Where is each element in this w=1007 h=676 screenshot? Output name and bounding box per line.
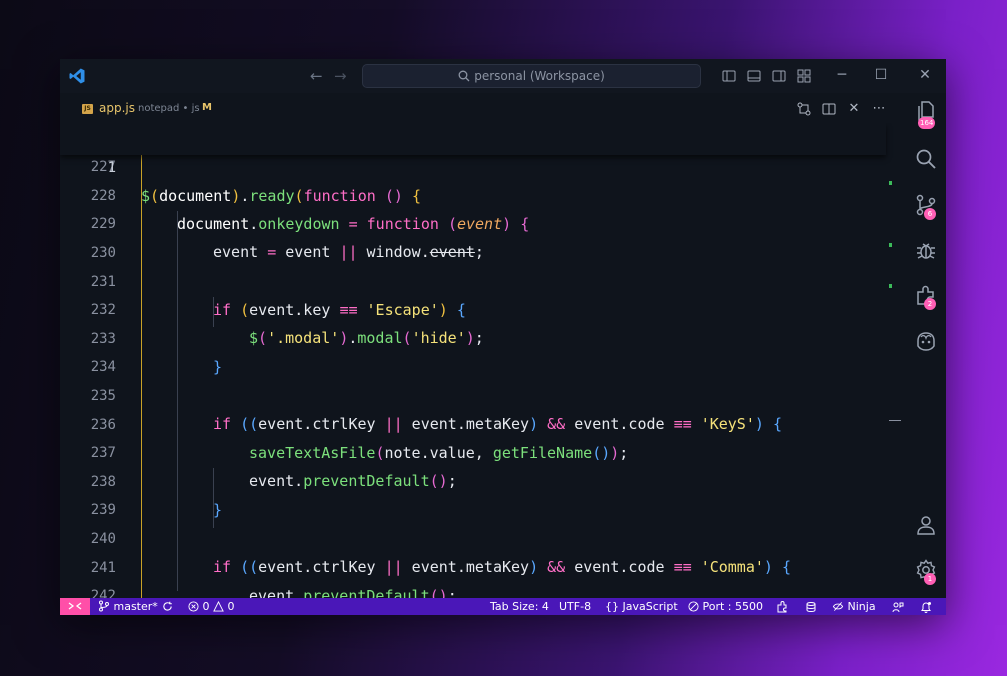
language-mode[interactable]: {} JavaScript bbox=[605, 598, 678, 615]
warning-icon bbox=[213, 600, 224, 612]
code-line: $(document).ready(function () { bbox=[141, 187, 421, 205]
code-editor[interactable]: 1 $(document).ready(function () { 227 22… bbox=[60, 123, 906, 598]
branch-name: master* bbox=[113, 600, 158, 613]
scrollbar-position-marker[interactable] bbox=[889, 420, 901, 421]
line-number: 232 bbox=[90, 302, 116, 318]
command-center-search[interactable]: personal (Workspace) bbox=[362, 64, 701, 88]
extension-status-icon[interactable] bbox=[776, 601, 788, 613]
explorer-badge: 164 bbox=[918, 117, 936, 129]
split-editor-icon[interactable] bbox=[821, 101, 837, 117]
vscode-logo-icon bbox=[69, 68, 85, 84]
line-number: 241 bbox=[90, 560, 116, 576]
javascript-file-icon: JS bbox=[82, 104, 93, 114]
close-tab-icon[interactable]: ✕ bbox=[846, 101, 862, 117]
change-marker bbox=[889, 243, 892, 247]
forward-arrow-icon[interactable]: → bbox=[334, 67, 347, 85]
sync-icon[interactable] bbox=[162, 601, 173, 612]
editor-window: ← → personal (Workspace) ─ ☐ ✕ JS app.js… bbox=[60, 59, 946, 615]
change-marker bbox=[889, 181, 892, 185]
line-number: 242 bbox=[90, 588, 116, 598]
maximize-button[interactable]: ☐ bbox=[871, 66, 891, 84]
notifications-bell-icon[interactable] bbox=[920, 601, 932, 613]
line-number: 233 bbox=[90, 331, 116, 347]
close-window-button[interactable]: ✕ bbox=[915, 66, 935, 84]
port-label: Port : 5500 bbox=[702, 600, 764, 613]
broadcast-icon bbox=[688, 601, 699, 612]
search-text: personal (Workspace) bbox=[474, 69, 605, 83]
ninja-label: Ninja bbox=[847, 600, 876, 613]
remote-indicator[interactable] bbox=[60, 598, 90, 615]
search-icon bbox=[458, 70, 470, 82]
line-number: 235 bbox=[90, 388, 116, 404]
line-number: 239 bbox=[90, 502, 116, 518]
title-bar: ← → personal (Workspace) ─ ☐ ✕ bbox=[60, 59, 946, 93]
extensions-badge: 2 bbox=[924, 298, 936, 310]
database-icon[interactable] bbox=[805, 601, 817, 613]
settings-badge: 1 bbox=[924, 573, 936, 585]
live-server-port[interactable]: Port : 5500 bbox=[688, 598, 763, 615]
tab-bar: JS app.js notepad • js M ✕ ⋯ bbox=[60, 93, 906, 123]
sticky-scroll-header[interactable]: 1 $(document).ready(function () { bbox=[60, 123, 886, 205]
remote-icon bbox=[68, 602, 82, 610]
back-arrow-icon[interactable]: ← bbox=[310, 67, 323, 85]
ninja-status[interactable]: Ninja bbox=[832, 598, 876, 615]
copilot-icon[interactable] bbox=[914, 329, 938, 353]
tab-modified-status: M bbox=[202, 102, 212, 113]
activity-bar: 164 6 2 1 bbox=[906, 93, 946, 598]
line-number: 1 bbox=[107, 160, 116, 176]
debug-icon[interactable] bbox=[914, 238, 938, 262]
toggle-panel-icon[interactable] bbox=[746, 68, 762, 84]
line-number: 231 bbox=[90, 274, 116, 290]
toggle-primary-sidebar-icon[interactable] bbox=[721, 68, 737, 84]
accounts-status-icon[interactable] bbox=[892, 601, 904, 613]
line-number: 230 bbox=[90, 245, 116, 261]
search-icon[interactable] bbox=[914, 147, 938, 171]
language-name: JavaScript bbox=[622, 600, 678, 613]
change-marker bbox=[889, 284, 892, 288]
line-number: 234 bbox=[90, 359, 116, 375]
minimize-button[interactable]: ─ bbox=[832, 66, 852, 84]
account-icon[interactable] bbox=[914, 513, 938, 537]
tab-size[interactable]: Tab Size: 4 bbox=[490, 598, 549, 615]
encoding[interactable]: UTF-8 bbox=[559, 598, 591, 615]
eye-slash-icon bbox=[832, 602, 844, 611]
branch-indicator[interactable]: master* bbox=[98, 598, 158, 615]
line-number: 240 bbox=[90, 531, 116, 547]
line-number: 237 bbox=[90, 445, 116, 461]
tab-path: notepad • js bbox=[138, 103, 200, 114]
status-bar: master* 0 0 Tab Size: 4 UTF-8 {} JavaScr… bbox=[60, 598, 946, 615]
error-count: 0 bbox=[202, 600, 210, 613]
branch-icon bbox=[99, 600, 109, 612]
error-icon bbox=[188, 601, 199, 612]
customize-layout-icon[interactable] bbox=[796, 68, 812, 84]
tab-filename: app.js bbox=[99, 101, 135, 115]
toggle-secondary-sidebar-icon[interactable] bbox=[771, 68, 787, 84]
more-actions-icon[interactable]: ⋯ bbox=[871, 101, 887, 117]
line-number: 236 bbox=[90, 417, 116, 433]
source-control-badge: 6 bbox=[924, 208, 936, 220]
line-number: 238 bbox=[90, 474, 116, 490]
problems-indicator[interactable]: 0 0 bbox=[188, 598, 235, 615]
braces-icon: {} bbox=[605, 600, 619, 613]
open-changes-icon[interactable] bbox=[796, 101, 812, 117]
warning-count: 0 bbox=[227, 600, 235, 613]
